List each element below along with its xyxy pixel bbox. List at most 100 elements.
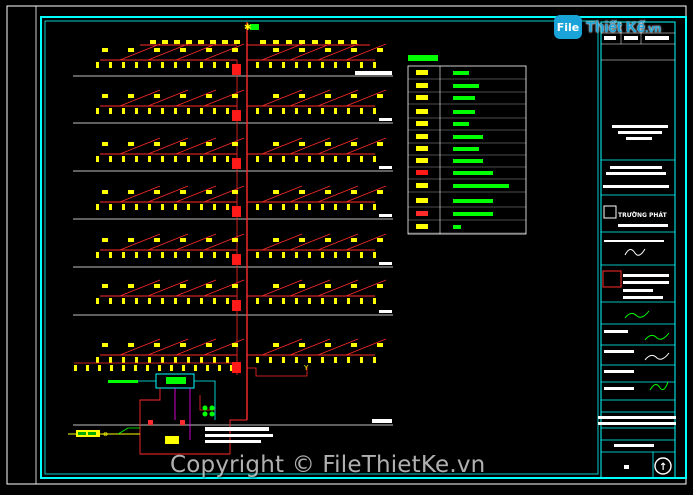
fixture-mark [334,108,337,114]
legend-label [453,71,469,75]
fixture-mark [187,62,190,68]
fixture-mark [325,238,331,242]
fixture-mark [180,142,186,146]
fixture-mark [321,156,324,162]
fixture-mark [96,204,99,210]
legend-symbol [416,158,428,163]
fixture-mark [150,40,156,44]
fixture-mark [308,156,311,162]
fixture-mark [170,365,173,371]
fixture-mark [273,142,279,146]
fixture-mark [86,365,89,371]
fixture-mark [102,238,108,242]
fixture-mark [325,142,331,146]
fixture-mark [174,298,177,304]
fixture-mark [373,156,376,162]
fixture-mark [232,238,238,242]
legend-label [453,212,493,216]
fixture-mark [351,284,357,288]
fixture-mark [334,252,337,258]
fixture-mark [256,298,259,304]
fixture-mark [269,204,272,210]
fixture-mark [148,204,151,210]
pump-station: Y ⊗ [68,364,309,455]
legend-symbol [416,70,428,75]
fixture-mark [161,62,164,68]
fixture-mark [161,108,164,114]
fixture-mark [334,62,337,68]
fixture-mark [154,142,160,146]
legend-label [453,171,493,175]
fixture-mark [102,284,108,288]
fixture-mark [200,108,203,114]
fixture-mark [200,156,203,162]
site-logo[interactable]: File Thiết Kế.vn [554,12,661,42]
fixture-mark [135,204,138,210]
fixture-mark [213,357,216,363]
fixture-mark [282,108,285,114]
fixture-mark [325,284,331,288]
legend-symbol [416,224,428,229]
fixture-mark [347,108,350,114]
fixture-mark [96,252,99,258]
fixture-mark [148,357,151,363]
fixture-mark [232,142,238,146]
fixture-mark [96,298,99,304]
legend-symbol [416,109,428,114]
fixture-mark [187,108,190,114]
fixture-mark [299,142,305,146]
legend-label [453,184,509,188]
fixture-mark [109,204,112,210]
legend-symbol [416,211,428,216]
fixture-mark [232,190,238,194]
fixture-mark [187,252,190,258]
fixture-mark [148,252,151,258]
company-name: TRƯỜNG PHÁT [618,212,667,219]
svg-text:↑: ↑ [659,462,667,473]
fixture-mark [226,252,229,258]
cad-drawing-canvas[interactable]: ✱ Y ⊗ ↑ [0,0,693,495]
fixture-mark [96,156,99,162]
fixture-mark [347,204,350,210]
fixture-mark [321,252,324,258]
fixture-mark [256,108,259,114]
fixture-mark [161,204,164,210]
fixture-mark [373,252,376,258]
legend-symbol [416,95,428,100]
fixture-mark [222,40,228,44]
riser-top-symbol: ✱ [244,23,252,33]
fixture-mark [226,156,229,162]
fixture-mark [351,190,357,194]
legend-label [453,110,475,114]
fixture-mark [162,40,168,44]
fixture-mark [122,298,125,304]
fixture-mark [206,238,212,242]
fixture-mark [135,156,138,162]
fixture-mark [347,156,350,162]
fixture-mark [135,298,138,304]
ground-notes [205,427,273,443]
fixture-mark [148,62,151,68]
fixture-mark [232,48,238,52]
fixture-mark [109,298,112,304]
fixture-mark [308,357,311,363]
fixture-mark [312,40,318,44]
fixture-mark [295,62,298,68]
svg-text:⊗: ⊗ [103,431,108,438]
fixture-mark [273,40,279,44]
fixture-mark [308,62,311,68]
fixture-mark [269,357,272,363]
fixture-mark [109,156,112,162]
fixture-mark [299,284,305,288]
floor-valve-boxes [232,64,241,373]
fixture-mark [102,190,108,194]
fixture-mark [200,252,203,258]
fixture-mark [282,252,285,258]
fixture-mark [154,48,160,52]
fixture-mark [109,357,112,363]
fixture-mark [360,252,363,258]
fixture-mark [234,40,240,44]
fixture-mark [148,298,151,304]
logo-badge: File [554,15,582,39]
fixture-mark [321,298,324,304]
